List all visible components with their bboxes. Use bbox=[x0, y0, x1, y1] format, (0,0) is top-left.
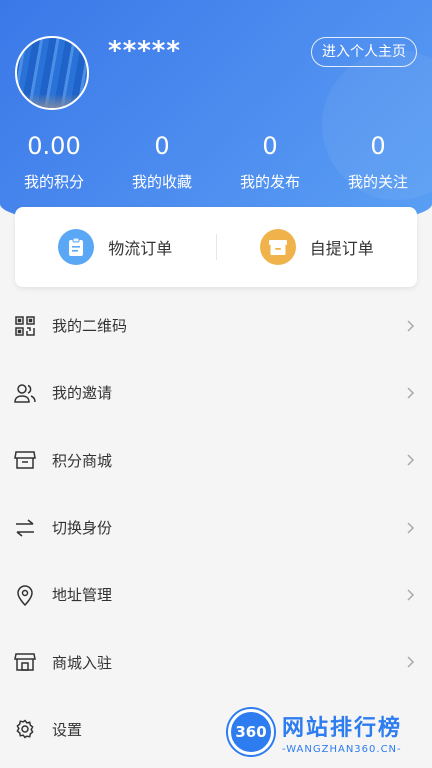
stat-favorites-label: 我的收藏 bbox=[131, 173, 192, 191]
menu-item-address[interactable]: 地址管理 bbox=[0, 561, 432, 628]
stat-following-value: 0 bbox=[370, 132, 386, 160]
menu-item-label: 商城入驻 bbox=[52, 653, 113, 672]
avatar[interactable] bbox=[15, 36, 89, 110]
menu-item-points-mall[interactable]: 积分商城 bbox=[0, 427, 432, 494]
menu-item-label: 切换身份 bbox=[52, 519, 113, 538]
menu-item-label: 我的邀请 bbox=[52, 384, 113, 403]
users-icon bbox=[14, 382, 36, 404]
swap-icon bbox=[14, 517, 36, 539]
menu-item-label: 地址管理 bbox=[52, 586, 113, 605]
logistics-order-button[interactable]: 物流订单 bbox=[15, 229, 216, 265]
menu-item-qr-code[interactable]: 我的二维码 bbox=[0, 292, 432, 359]
stat-following[interactable]: 0 我的关注 bbox=[324, 128, 432, 192]
watermark-title: 网站排行榜 bbox=[282, 715, 403, 741]
stat-points[interactable]: 0.00 我的积分 bbox=[0, 128, 108, 192]
watermark-subtitle: -WANGZHAN360.CN- bbox=[282, 743, 402, 755]
box-icon bbox=[259, 229, 296, 265]
pickup-order-label: 自提订单 bbox=[309, 239, 374, 258]
stat-posts-value: 0 bbox=[262, 132, 278, 160]
stat-favorites[interactable]: 0 我的收藏 bbox=[108, 128, 216, 192]
chevron-right-icon bbox=[407, 320, 415, 332]
menu-item-invitation[interactable]: 我的邀请 bbox=[0, 359, 432, 426]
menu-item-label: 我的二维码 bbox=[52, 317, 128, 336]
stats-row: 0.00 我的积分 0 我的收藏 0 我的发布 0 我的关注 bbox=[0, 128, 432, 192]
stat-posts[interactable]: 0 我的发布 bbox=[216, 128, 324, 192]
stat-favorites-value: 0 bbox=[154, 132, 170, 160]
watermark: 360 网站排行榜 -WANGZHAN360.CN- bbox=[228, 702, 428, 762]
menu-list: 我的二维码 我的邀请 积分商城 切换身份 地址管理 商城入驻 设置 bbox=[0, 292, 432, 763]
stat-posts-label: 我的发布 bbox=[239, 173, 300, 191]
chevron-right-icon bbox=[407, 454, 415, 466]
chevron-right-icon bbox=[407, 589, 415, 601]
clipboard-icon bbox=[58, 229, 95, 265]
menu-item-label: 积分商城 bbox=[52, 451, 113, 470]
watermark-logo: 360 bbox=[228, 709, 274, 755]
chevron-right-icon bbox=[407, 522, 415, 534]
qr-code-icon bbox=[14, 315, 36, 337]
watermark-text: 网站排行榜 -WANGZHAN360.CN- bbox=[282, 710, 402, 755]
stat-points-label: 我的积分 bbox=[23, 173, 84, 191]
homepage-button[interactable]: 进入个人主页 bbox=[311, 37, 417, 67]
logistics-order-label: 物流订单 bbox=[108, 239, 173, 258]
chevron-right-icon bbox=[407, 387, 415, 399]
stat-points-value: 0.00 bbox=[27, 132, 81, 160]
chevron-right-icon bbox=[407, 656, 415, 668]
username: ***** bbox=[108, 36, 181, 66]
location-pin-icon bbox=[14, 584, 36, 606]
stat-following-label: 我的关注 bbox=[347, 173, 408, 191]
profile-header bbox=[0, 0, 432, 232]
orders-card: 物流订单 自提订单 bbox=[15, 207, 417, 287]
menu-item-merchant-entry[interactable]: 商城入驻 bbox=[0, 628, 432, 695]
shop-icon bbox=[14, 651, 36, 673]
pickup-order-button[interactable]: 自提订单 bbox=[217, 229, 418, 265]
gear-icon bbox=[14, 718, 36, 740]
menu-item-switch-identity[interactable]: 切换身份 bbox=[0, 494, 432, 561]
store-icon bbox=[14, 449, 36, 471]
